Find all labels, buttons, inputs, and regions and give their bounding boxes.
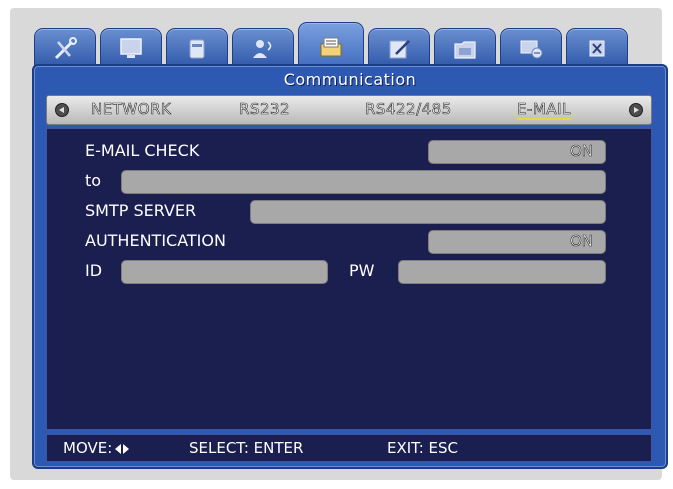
prev-subtab-arrow-icon[interactable]: [55, 103, 69, 117]
move-hint-label: MOVE:: [63, 439, 113, 457]
move-hint: MOVE:: [63, 439, 130, 457]
disk-icon: [189, 39, 205, 59]
smtp-server-field[interactable]: [250, 200, 606, 224]
left-arrow-icon: [115, 443, 122, 454]
smtp-server-label: SMTP SERVER: [85, 201, 197, 220]
tab-network[interactable]: [500, 28, 562, 69]
communication-icon: [320, 37, 342, 57]
tab-record[interactable]: [368, 28, 430, 69]
exit-hint: EXIT: ESC: [387, 439, 458, 457]
authentication-label: AUTHENTICATION: [85, 231, 226, 250]
communication-panel: Communication NETWORK RS232 RS422/485 E-…: [32, 64, 668, 469]
email-check-value: ON: [569, 142, 594, 161]
subtab-rs422-485[interactable]: RS422/485: [365, 100, 452, 119]
tools-icon: [54, 37, 77, 60]
panel-title: Communication: [283, 70, 417, 89]
subtab-network[interactable]: NETWORK: [91, 100, 171, 119]
subtab-rs232[interactable]: RS232: [239, 100, 290, 119]
edit-icon: [389, 40, 410, 59]
tab-exit[interactable]: [566, 28, 628, 69]
pw-field[interactable]: [398, 260, 606, 284]
authentication-value: ON: [569, 232, 594, 251]
subtab-email[interactable]: E-MAIL: [517, 100, 571, 120]
email-settings-form: E-MAIL CHECK ON to SMTP SERVER AUTHENTIC…: [46, 128, 652, 430]
to-address-field[interactable]: [121, 170, 606, 194]
to-label: to: [85, 171, 102, 190]
tab-tools[interactable]: [34, 28, 96, 69]
tab-camera[interactable]: [232, 28, 294, 69]
authentication-toggle[interactable]: ON: [428, 230, 606, 254]
select-hint: SELECT: ENTER: [189, 439, 304, 457]
right-arrow-icon: [123, 443, 130, 454]
email-check-toggle[interactable]: ON: [428, 140, 606, 164]
tab-storage[interactable]: [166, 28, 228, 69]
close-icon: [589, 40, 605, 57]
id-field[interactable]: [121, 260, 328, 284]
monitor-icon: [120, 38, 142, 58]
next-subtab-arrow-icon[interactable]: [629, 103, 643, 117]
network-icon: [520, 40, 543, 59]
id-label: ID: [85, 261, 103, 280]
status-bar: MOVE: SELECT: ENTER EXIT: ESC: [46, 434, 652, 462]
tab-display[interactable]: [100, 28, 162, 69]
pw-label: PW: [349, 261, 375, 280]
menu-tab-bar: [34, 22, 642, 71]
email-check-label: E-MAIL CHECK: [85, 141, 200, 160]
subtab-bar: NETWORK RS232 RS422/485 E-MAIL: [46, 95, 652, 125]
tab-files[interactable]: [434, 28, 496, 69]
folder-icon: [454, 41, 476, 59]
camera-icon: [253, 40, 272, 58]
